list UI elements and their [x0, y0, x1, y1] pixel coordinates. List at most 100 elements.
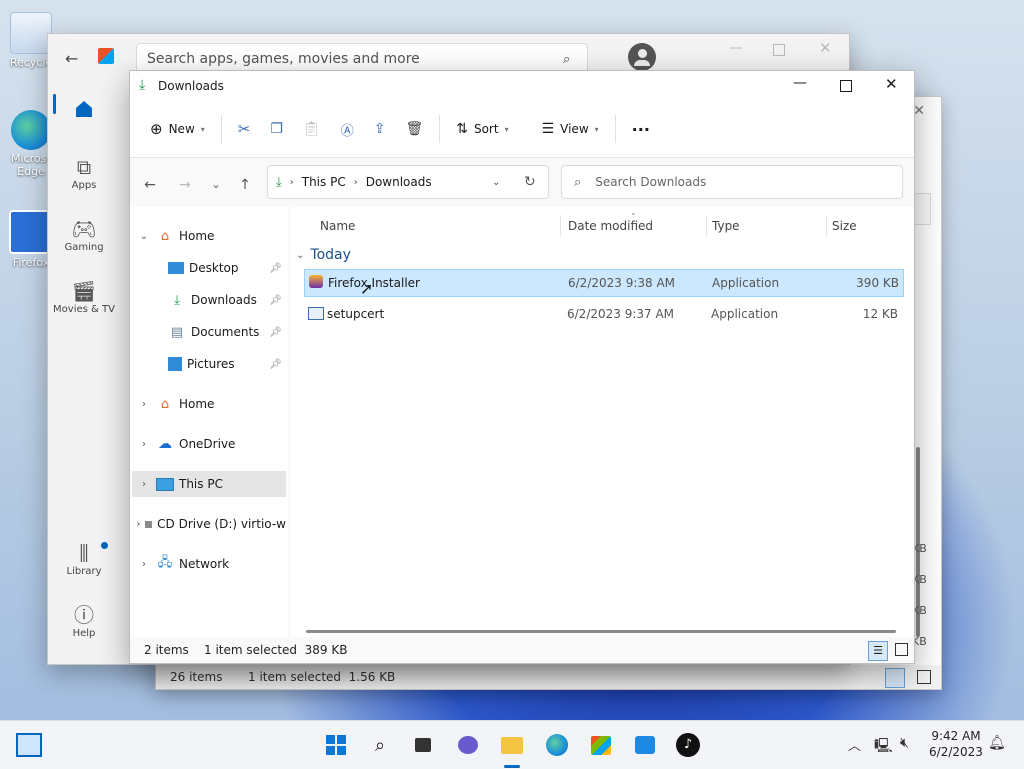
more-options-button[interactable]: ··· — [622, 113, 660, 145]
address-bar[interactable]: ⤓ › This PC › Downloads ⌄ ↻ — [267, 165, 549, 199]
up-arrow-icon[interactable]: ↑ — [235, 175, 255, 195]
maximize-icon[interactable] — [773, 44, 785, 56]
table-row[interactable]: setupcert 6/2/2023 9:37 AM Application 1… — [304, 301, 902, 327]
column-header-date[interactable]: Date modified — [568, 219, 653, 233]
file-date: 6/2/2023 9:38 AM — [568, 276, 676, 290]
chevron-down-icon: ▾ — [504, 124, 509, 134]
details-view-icon[interactable]: ☰ — [868, 641, 888, 661]
rail-item-library[interactable]: ⫼ Library — [48, 540, 120, 577]
back-arrow-icon[interactable]: ← — [140, 175, 160, 195]
horizontal-scrollbar[interactable] — [306, 630, 896, 633]
chevron-up-icon[interactable]: ︿ — [848, 735, 861, 754]
close-button[interactable]: ✕ — [885, 75, 898, 93]
speaker-muted-icon[interactable]: 🔇︎ — [900, 735, 909, 751]
view-button[interactable]: ☰ View ▾ — [532, 113, 609, 145]
chevron-right-icon[interactable]: › — [132, 439, 156, 450]
column-header-type[interactable]: Type — [712, 219, 740, 233]
details-view-icon[interactable] — [885, 668, 905, 688]
nav-item-pictures[interactable]: Pictures 📌︎ — [132, 351, 286, 377]
rail-item-help[interactable]: ⓘ Help — [48, 602, 120, 639]
search-icon[interactable]: ⌕ — [368, 733, 392, 757]
share-button[interactable]: ⇪ — [364, 113, 396, 145]
nav-item-documents[interactable]: ▤ Documents 📌︎ — [132, 319, 286, 345]
file-type: Application — [712, 276, 780, 290]
delete-button[interactable]: 🗑︎ — [395, 113, 433, 145]
avatar[interactable] — [628, 43, 656, 71]
get-help-button[interactable] — [633, 733, 657, 757]
chevron-down-icon: ⌄ — [296, 249, 305, 261]
gaming-icon: 🎮︎ — [71, 217, 97, 241]
nav-label: OneDrive — [179, 437, 236, 451]
paste-button[interactable]: 📋︎ — [293, 113, 331, 145]
column-header-size[interactable]: Size — [832, 219, 857, 233]
pin-icon: 📌︎ — [269, 326, 282, 338]
chevron-right-icon[interactable]: › — [132, 399, 156, 410]
close-icon[interactable]: ✕ — [819, 39, 832, 57]
sort-button[interactable]: ⇅ Sort ▾ — [446, 113, 518, 145]
minimize-icon[interactable]: — — [729, 40, 743, 56]
nav-item-this-pc[interactable]: › This PC — [132, 471, 286, 497]
group-header-today[interactable]: ⌄ Today — [296, 247, 351, 263]
forward-arrow-icon[interactable]: → — [175, 175, 195, 195]
chevron-down-icon[interactable]: ⌄ — [492, 177, 500, 188]
download-icon: ⤓ — [139, 77, 146, 93]
file-type: Application — [711, 307, 779, 321]
nav-item-onedrive[interactable]: › ☁ OneDrive — [132, 431, 286, 457]
nav-item-desktop[interactable]: Desktop 📌︎ — [132, 255, 286, 281]
tiktok-button[interactable]: ♪ — [676, 733, 700, 757]
file-explorer-button[interactable] — [500, 733, 524, 757]
table-row[interactable]: Firefox Installer 6/2/2023 9:38 AM Appli… — [304, 269, 904, 297]
tiles-view-icon[interactable] — [895, 643, 908, 656]
task-view-button[interactable] — [411, 733, 435, 757]
widgets-icon[interactable] — [16, 733, 42, 757]
nav-item-downloads[interactable]: ⤓ Downloads 📌︎ — [132, 287, 286, 313]
minimize-button[interactable]: — — [793, 75, 807, 91]
new-button[interactable]: ⊕ New ▾ — [140, 113, 215, 145]
back-arrow-icon[interactable]: ← — [65, 49, 78, 68]
search-downloads-box[interactable]: ⌕ Search Downloads — [561, 165, 903, 199]
nav-item-network[interactable]: › 🖧︎ Network — [132, 551, 286, 577]
column-divider — [706, 215, 707, 237]
search-icon[interactable]: ⌕ — [563, 52, 587, 67]
column-header-name[interactable]: Name — [320, 219, 355, 233]
maximize-button[interactable] — [840, 80, 852, 92]
cut-button[interactable]: ✂ — [228, 113, 261, 145]
chevron-right-icon[interactable]: › — [132, 559, 156, 570]
nav-item-cd-drive[interactable]: › CD Drive (D:) virtio-w — [132, 511, 286, 537]
nav-item-home-2[interactable]: › ⌂ Home — [132, 391, 286, 417]
pin-icon: 📌︎ — [269, 358, 282, 370]
chevron-right-icon[interactable]: › — [132, 519, 145, 530]
rail-item-apps[interactable]: ⧉ Apps — [48, 154, 120, 191]
chevron-right-icon[interactable]: › — [132, 479, 156, 490]
edge-icon — [11, 110, 51, 150]
network-icon[interactable]: 🖳︎ — [874, 735, 893, 759]
rail-item-gaming[interactable]: 🎮︎ Gaming — [48, 216, 120, 253]
chevron-right-icon: › — [289, 176, 294, 188]
copy-button[interactable]: ❐ — [260, 113, 293, 145]
view-icon: ☰ — [541, 121, 555, 137]
rail-item-home[interactable] — [48, 98, 120, 123]
downloads-explorer-window[interactable]: ⤓ Downloads — ✕ ⊕ New ▾ ✂ ❐ 📋︎ Ⓐ ⇪ 🗑︎ ⇅ … — [129, 70, 915, 664]
chat-button[interactable] — [456, 733, 480, 757]
rename-button[interactable]: Ⓐ — [331, 113, 364, 145]
nav-item-home[interactable]: ⌄ ⌂ Home — [132, 223, 286, 249]
refresh-icon[interactable]: ↻ — [524, 174, 536, 190]
chevron-down-icon: ▾ — [200, 124, 205, 134]
chevron-down-icon[interactable]: ⌄ — [132, 231, 156, 242]
breadcrumb-downloads[interactable]: Downloads — [366, 175, 432, 189]
chat-icon — [458, 736, 478, 754]
start-button[interactable] — [324, 733, 348, 757]
rail-item-movies[interactable]: 🎬︎ Movies & TV — [48, 278, 120, 315]
breadcrumb-this-pc[interactable]: This PC — [302, 175, 346, 189]
edge-button[interactable] — [545, 733, 569, 757]
store-button[interactable] — [589, 733, 613, 757]
plus-icon: ⊕ — [150, 120, 163, 138]
clock[interactable]: 9:42 AM 6/2/2023 — [926, 728, 986, 760]
apps-icon: ⧉ — [76, 155, 92, 179]
title-bar[interactable]: ⤓ Downloads — ✕ — [130, 71, 914, 101]
desktop-icon-label: Microsoft Edge — [11, 152, 62, 178]
tiles-view-icon[interactable] — [917, 670, 931, 684]
recent-locations-chevron-icon[interactable]: ⌄ — [206, 175, 226, 195]
notification-bell-icon[interactable]: 🔔︎ — [988, 735, 1006, 751]
close-icon[interactable]: ✕ — [913, 103, 925, 119]
